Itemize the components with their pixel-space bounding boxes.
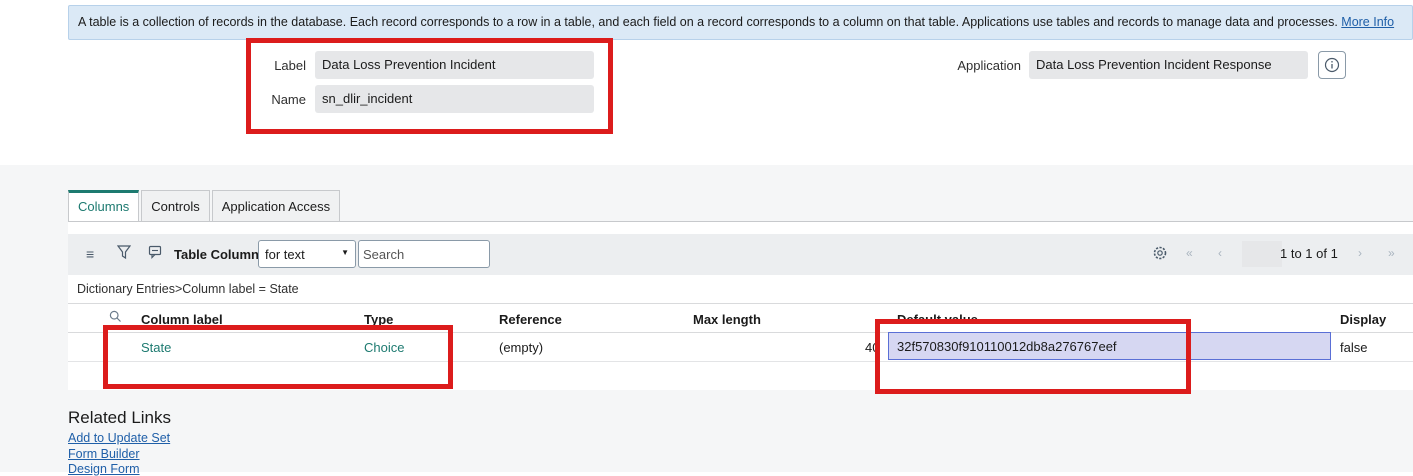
search-field-select-value: for text	[265, 247, 305, 262]
application-field-row: Application Data Loss Prevention Inciden…	[940, 51, 1308, 79]
column-search-icon[interactable]	[109, 310, 122, 326]
list-search-input[interactable]: Search	[358, 240, 490, 268]
form-builder-link[interactable]: Form Builder	[68, 447, 140, 461]
application-caption: Application	[957, 57, 1021, 73]
list-breadcrumb[interactable]: Dictionary Entries>Column label = State	[77, 282, 299, 296]
list-title: Table Columns	[174, 247, 267, 262]
list-toolbar: ≡ Table Columns for text ▼ Search « ‹ 1 …	[68, 234, 1413, 275]
first-page-icon[interactable]: «	[1186, 246, 1193, 260]
chevron-down-icon: ▼	[341, 248, 349, 257]
comment-icon[interactable]	[148, 244, 162, 263]
page-number-input[interactable]	[1242, 241, 1282, 267]
search-field-select[interactable]: for text ▼	[258, 240, 356, 268]
next-page-icon[interactable]: ›	[1358, 246, 1362, 260]
tab-columns[interactable]: Columns	[68, 190, 140, 222]
previous-page-icon[interactable]: ‹	[1218, 246, 1222, 260]
header-display[interactable]: Display	[1340, 312, 1386, 327]
annotation-box-column-type	[103, 325, 453, 389]
gear-icon[interactable]	[1152, 245, 1168, 264]
related-links-title: Related Links	[68, 408, 172, 427]
grid-top-border	[68, 303, 1413, 304]
design-form-link[interactable]: Design Form	[68, 462, 140, 476]
cell-display: false	[1340, 340, 1368, 355]
last-page-icon[interactable]: »	[1388, 246, 1395, 260]
tab-application-access[interactable]: Application Access	[211, 190, 341, 222]
cell-reference: (empty)	[499, 340, 544, 355]
annotation-box-default-value	[875, 319, 1191, 394]
info-banner: A table is a collection of records in th…	[68, 5, 1413, 40]
header-max-length[interactable]: Max length	[693, 312, 761, 327]
related-list-tabs: Columns Controls Application Access	[68, 190, 342, 222]
pager-text: 1 to 1 of 1	[1280, 246, 1338, 261]
info-banner-text: A table is a collection of records in th…	[78, 15, 1338, 29]
application-field[interactable]: Data Loss Prevention Incident Response	[1029, 51, 1308, 79]
tab-controls[interactable]: Controls	[141, 190, 210, 222]
filter-icon[interactable]	[116, 244, 132, 263]
add-to-update-set-link[interactable]: Add to Update Set	[68, 431, 170, 445]
hamburger-menu-icon[interactable]: ≡	[86, 246, 94, 262]
header-reference[interactable]: Reference	[499, 312, 562, 327]
application-info-button[interactable]	[1318, 51, 1346, 79]
more-info-link[interactable]: More Info	[1341, 15, 1394, 29]
info-icon	[1324, 57, 1340, 73]
annotation-box-label-name	[246, 38, 613, 134]
